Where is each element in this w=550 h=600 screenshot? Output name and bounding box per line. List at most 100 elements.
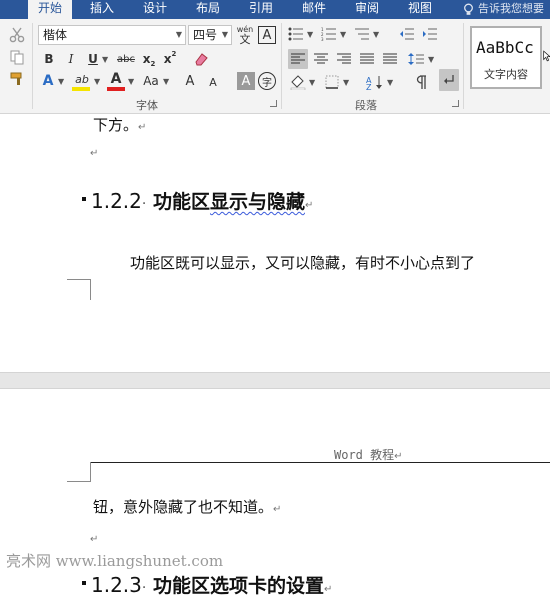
sort-button[interactable]: AZ bbox=[365, 72, 385, 92]
multilevel-list-icon bbox=[355, 28, 369, 40]
grow-font-button[interactable]: A bbox=[182, 72, 198, 90]
highlight-color-bar bbox=[72, 87, 90, 91]
text-effects-button[interactable]: A bbox=[40, 72, 56, 90]
body-paragraph[interactable]: 功能区既可以显示，又可以隐藏，有时不小心点到了 bbox=[130, 252, 475, 273]
character-shading-button[interactable]: A bbox=[237, 72, 255, 90]
paragraph-mark: ↵ bbox=[273, 504, 282, 515]
tab-mailings[interactable]: 邮件 bbox=[292, 0, 336, 19]
empty-paragraph[interactable]: ↵ bbox=[90, 142, 98, 160]
paragraph-dialog-launcher[interactable] bbox=[452, 100, 459, 107]
clear-formatting-button[interactable] bbox=[190, 50, 212, 68]
chevron-down-icon: ▼ bbox=[175, 30, 182, 39]
tab-view[interactable]: 视图 bbox=[398, 0, 442, 19]
justify-button[interactable] bbox=[357, 49, 377, 69]
tab-layout[interactable]: 布局 bbox=[186, 0, 230, 19]
line-spacing-button[interactable] bbox=[406, 49, 426, 69]
cut-button[interactable] bbox=[6, 25, 28, 45]
chevron-down-icon[interactable]: ▼ bbox=[343, 78, 349, 87]
pilcrow-icon bbox=[416, 75, 426, 89]
page-header[interactable]: Word 教程↵ bbox=[334, 446, 403, 463]
highlight-button[interactable]: ab bbox=[72, 71, 92, 87]
sort-icon: AZ bbox=[366, 76, 382, 90]
font-group-label: 字体 bbox=[136, 99, 158, 112]
tab-design[interactable]: 设计 bbox=[133, 0, 177, 19]
return-arrow-icon bbox=[444, 75, 454, 84]
chevron-down-icon[interactable]: ▼ bbox=[58, 77, 64, 86]
font-size-combo[interactable]: 四号 ▼ bbox=[188, 25, 232, 45]
chevron-down-icon[interactable]: ▼ bbox=[428, 55, 434, 64]
heading-text: 功能区 bbox=[152, 191, 210, 213]
tell-me-text: 告诉我您想要 bbox=[478, 2, 544, 15]
svg-text:3: 3 bbox=[321, 37, 324, 41]
character-border-button[interactable]: A bbox=[258, 26, 276, 44]
distribute-button[interactable] bbox=[380, 49, 400, 69]
align-right-icon bbox=[337, 53, 351, 64]
chevron-down-icon[interactable]: ▼ bbox=[102, 55, 108, 64]
format-painter-button[interactable] bbox=[6, 69, 28, 89]
underline-button[interactable]: U bbox=[84, 50, 102, 68]
shading-button[interactable] bbox=[288, 72, 308, 92]
increase-indent-button[interactable] bbox=[421, 25, 439, 43]
crop-mark bbox=[90, 462, 91, 482]
font-name-combo[interactable]: 楷体 ▼ bbox=[38, 25, 186, 45]
subscript-mark: 2 bbox=[150, 60, 156, 68]
heading-1-2-3[interactable]: 1.2.3· 功能区选项卡的设置↵ bbox=[82, 571, 332, 598]
tab-insert[interactable]: 插入 bbox=[80, 0, 124, 19]
chevron-down-icon[interactable]: ▼ bbox=[163, 77, 169, 86]
line-spacing-icon bbox=[408, 53, 424, 65]
chevron-down-icon[interactable]: ▼ bbox=[94, 77, 100, 86]
align-right-button[interactable] bbox=[334, 49, 354, 69]
strikethrough-button[interactable]: abc bbox=[114, 50, 138, 68]
italic-button[interactable]: I bbox=[62, 50, 80, 68]
ribbon-tab-bar: 开始 插入 设计 布局 引用 邮件 审阅 视图 告诉我您想要 bbox=[0, 0, 550, 19]
lightbulb-icon bbox=[464, 3, 473, 15]
tab-file-edge[interactable] bbox=[0, 0, 8, 19]
font-color-bar bbox=[107, 87, 125, 91]
chevron-down-icon[interactable]: ▼ bbox=[387, 78, 393, 87]
heading-text: 功能区选项卡的设置 bbox=[152, 575, 324, 597]
shrink-font-button[interactable]: A bbox=[206, 74, 220, 90]
tab-review[interactable]: 审阅 bbox=[345, 0, 389, 19]
font-name-value: 楷体 bbox=[43, 28, 68, 42]
chevron-down-icon[interactable]: ▼ bbox=[309, 78, 315, 87]
copy-button[interactable] bbox=[6, 47, 28, 67]
tab-references[interactable]: 引用 bbox=[239, 0, 283, 19]
style-gallery-item[interactable]: AaBbCc 文字内容 bbox=[470, 26, 542, 89]
align-left-icon bbox=[291, 53, 305, 64]
rtl-direction-button[interactable] bbox=[439, 69, 459, 91]
chevron-down-icon[interactable]: ▼ bbox=[128, 77, 134, 86]
chevron-down-icon[interactable]: ▼ bbox=[340, 30, 346, 39]
numbering-button[interactable]: 1 2 3 bbox=[320, 25, 338, 43]
doc-text: 下方。 bbox=[93, 116, 139, 134]
pinyin-char: 文 bbox=[239, 33, 251, 46]
font-dialog-launcher[interactable] bbox=[270, 100, 277, 107]
font-color-button[interactable]: A bbox=[108, 70, 124, 87]
chevron-down-icon: ▼ bbox=[221, 30, 228, 39]
superscript-button[interactable]: x2 bbox=[161, 50, 179, 68]
bold-button[interactable]: B bbox=[40, 50, 58, 68]
tab-home[interactable]: 开始 bbox=[28, 0, 72, 19]
change-case-button[interactable]: Aa bbox=[140, 72, 162, 90]
borders-button[interactable] bbox=[322, 72, 342, 92]
body-paragraph-continuation[interactable]: 钮，意外隐藏了也不知道。↵ bbox=[93, 496, 281, 517]
empty-paragraph[interactable]: ↵ bbox=[90, 528, 98, 546]
crop-mark bbox=[90, 279, 91, 300]
chevron-down-icon[interactable]: ▼ bbox=[307, 30, 313, 39]
doc-line-continuation[interactable]: 下方。↵ bbox=[93, 114, 146, 135]
multilevel-list-button[interactable] bbox=[353, 25, 371, 43]
chevron-down-icon[interactable]: ▼ bbox=[373, 30, 379, 39]
heading-1-2-2[interactable]: 1.2.2· 功能区显示与隐藏↵ bbox=[82, 187, 313, 214]
style-preview: AaBbCc bbox=[476, 38, 534, 57]
enclose-characters-button[interactable]: 字 bbox=[258, 72, 276, 90]
phonetic-guide-button[interactable]: wén 文 bbox=[235, 24, 255, 46]
subscript-button[interactable]: x2 bbox=[140, 50, 158, 68]
ribbon-home: 楷体 ▼ 四号 ▼ wén 文 A B I U ▼ abc x2 x2 A ▼ … bbox=[0, 19, 550, 114]
crop-mark bbox=[67, 279, 91, 280]
decrease-indent-button[interactable] bbox=[398, 25, 416, 43]
style-name: 文字内容 bbox=[484, 68, 528, 81]
borders-icon bbox=[325, 75, 339, 89]
show-hide-marks-button[interactable] bbox=[411, 72, 431, 92]
align-center-button[interactable] bbox=[311, 49, 331, 69]
bullets-button[interactable] bbox=[287, 25, 305, 43]
align-left-button[interactable] bbox=[288, 49, 308, 69]
